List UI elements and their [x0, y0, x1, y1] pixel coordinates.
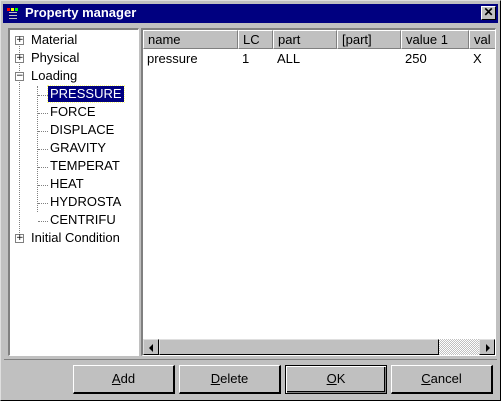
tree-item-label: GRAVITY [50, 140, 107, 155]
cell-lc[interactable]: 1 [238, 50, 273, 67]
property-grid[interactable]: name LC part [part] value 1 val pressure… [141, 28, 496, 356]
arrow-left-icon [149, 344, 153, 352]
app-icon [6, 7, 20, 20]
title-bar[interactable]: Property manager ✕ [3, 4, 498, 23]
tree-connector [38, 167, 48, 168]
cell-value-2[interactable]: X [469, 50, 495, 67]
cell-value-1[interactable]: 250 [401, 50, 469, 67]
tree-item-label: Initial Condition [31, 230, 120, 245]
tree-connector [38, 95, 48, 96]
cancel-label: ancel [430, 371, 462, 386]
add-mnemonic: A [111, 371, 121, 386]
expand-icon[interactable]: + [15, 36, 24, 45]
close-icon: ✕ [483, 5, 494, 19]
tree-item-label: HYDROSTA [50, 194, 122, 209]
scroll-thumb[interactable] [159, 339, 439, 355]
delete-label: elete [220, 371, 249, 386]
tree-connector [38, 149, 48, 150]
scroll-left-button[interactable] [143, 339, 159, 355]
ok-button[interactable]: OK [285, 365, 387, 394]
ok-mnemonic: O [326, 371, 337, 386]
tree-item-label: FORCE [50, 104, 96, 119]
tree-item-label: Physical [31, 50, 80, 65]
horizontal-scrollbar[interactable] [143, 339, 495, 355]
cell-part[interactable]: ALL [273, 50, 337, 67]
window-title: Property manager [25, 5, 137, 20]
add-label: dd [120, 371, 136, 386]
expand-icon[interactable]: + [15, 54, 24, 63]
arrow-right-icon [486, 344, 490, 352]
tree-item-label: TEMPERAT [50, 158, 120, 173]
column-header-part-bracket[interactable]: [part] [337, 30, 401, 49]
cancel-mnemonic: C [421, 371, 431, 386]
scroll-right-button[interactable] [479, 339, 495, 355]
column-header-value-2[interactable]: val [469, 30, 495, 49]
delete-mnemonic: D [210, 371, 221, 386]
cancel-button[interactable]: Cancel [391, 365, 493, 394]
tree-connector [38, 185, 48, 186]
tree-connector [38, 203, 48, 204]
column-header-lc[interactable]: LC [238, 30, 273, 49]
property-manager-window: Property manager ✕ + Material + Physical… [0, 0, 501, 401]
tree-item-label: HEAT [50, 176, 84, 191]
tree-item-label: DISPLACE [50, 122, 115, 137]
add-button[interactable]: Add [73, 365, 175, 394]
delete-button[interactable]: Delete [179, 365, 281, 394]
column-header-value-1[interactable]: value 1 [401, 30, 469, 49]
collapse-icon[interactable]: − [15, 72, 24, 81]
ok-label: K [336, 371, 346, 386]
cell-name[interactable]: pressure [143, 50, 238, 67]
tree-item-label: PRESSURE [47, 85, 125, 103]
tree-connector [38, 113, 48, 114]
property-tree[interactable]: + Material + Physical − Loading PRESSURE… [8, 28, 139, 356]
table-row[interactable]: pressure 1 ALL 250 X [143, 50, 495, 67]
tree-item-label: CENTRIFU [50, 212, 116, 227]
grid-header: name LC part [part] value 1 val [143, 30, 495, 49]
expand-icon[interactable]: + [15, 234, 24, 243]
button-bar: Add Delete OK Cancel [4, 359, 497, 397]
column-header-part[interactable]: part [273, 30, 337, 49]
tree-item-label: Material [31, 32, 78, 47]
close-button[interactable]: ✕ [481, 6, 496, 20]
tree-item-label: Loading [31, 68, 78, 83]
tree-connector [38, 131, 48, 132]
column-header-name[interactable]: name [143, 30, 238, 49]
cell-part-bracket[interactable] [337, 50, 401, 67]
tree-connector [38, 221, 48, 222]
